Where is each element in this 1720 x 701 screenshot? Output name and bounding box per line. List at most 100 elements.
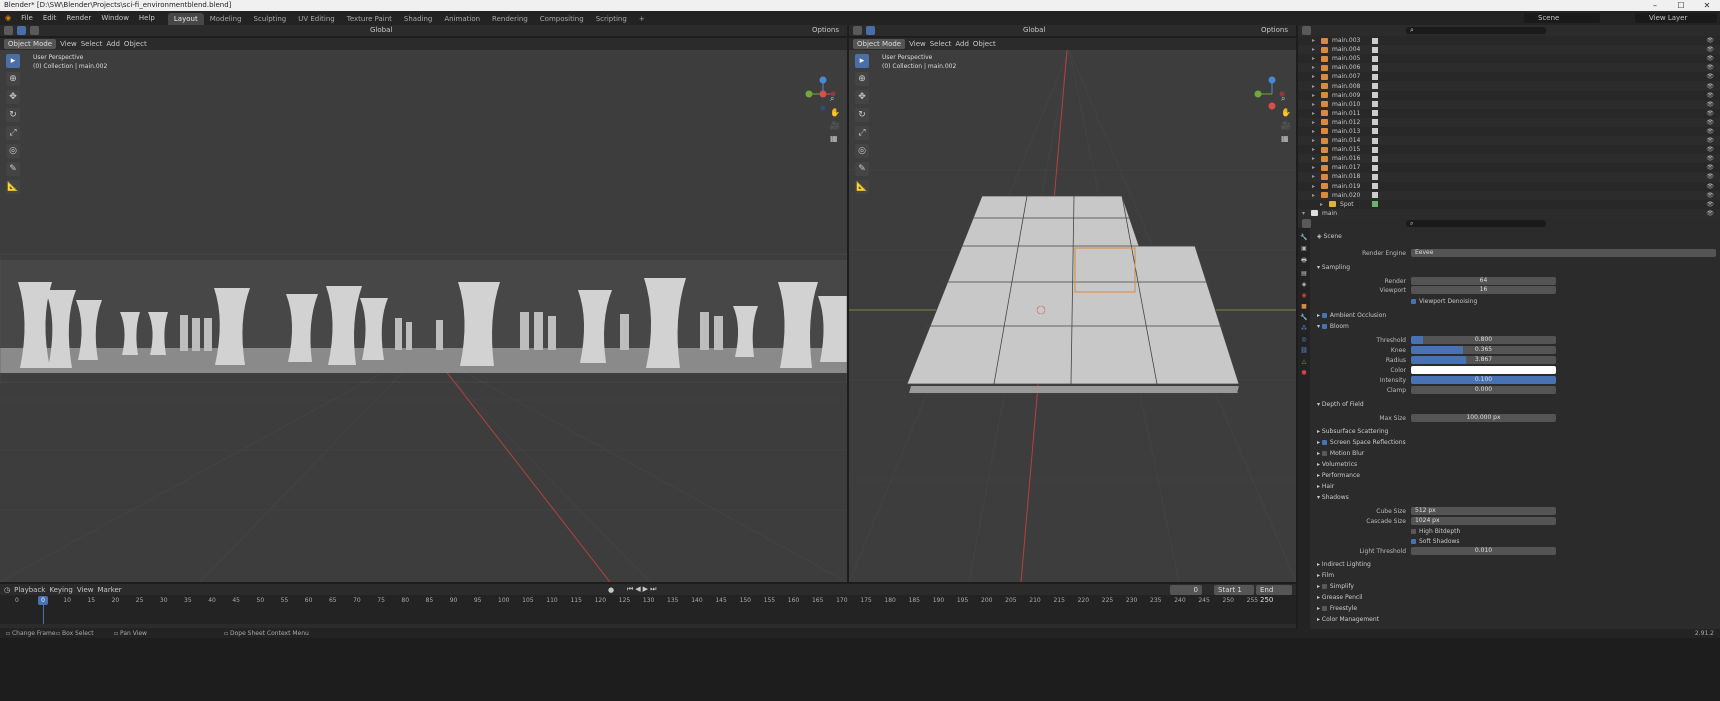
- outliner-item[interactable]: ▸ main.004 👁: [1298, 45, 1720, 55]
- expand-icon[interactable]: ▸: [1312, 163, 1315, 172]
- orientation-right[interactable]: Global: [1023, 25, 1045, 36]
- outliner-item[interactable]: ▸ main.006 👁: [1298, 63, 1720, 73]
- visibility-eye-icon[interactable]: 👁: [1706, 145, 1714, 154]
- mesh-data-icon[interactable]: [1372, 101, 1378, 108]
- scale-icon[interactable]: ⤢: [6, 126, 20, 140]
- expand-icon[interactable]: ▸: [1312, 100, 1315, 109]
- visibility-eye-icon[interactable]: 👁: [1706, 127, 1714, 136]
- visibility-eye-icon[interactable]: 👁: [1706, 191, 1714, 200]
- visibility-eye-icon[interactable]: 👁: [1706, 63, 1714, 72]
- menu-add-right[interactable]: Add: [955, 40, 969, 48]
- menu-render[interactable]: Render: [61, 11, 96, 25]
- world-tab-icon[interactable]: ◉: [1301, 292, 1306, 299]
- scene-selector[interactable]: Scene: [1524, 13, 1600, 23]
- expand-icon[interactable]: ▾: [1302, 209, 1305, 218]
- render-samples-field[interactable]: 64: [1411, 277, 1556, 285]
- playhead[interactable]: 0: [38, 596, 48, 605]
- outliner-item[interactable]: ▸ main.013 👁: [1298, 126, 1720, 137]
- menu-object-right[interactable]: Object: [973, 40, 996, 48]
- mesh-data-icon[interactable]: [1372, 183, 1378, 190]
- measure-icon[interactable]: 📐: [6, 180, 20, 194]
- mesh-data-icon[interactable]: [1372, 173, 1378, 180]
- view-layer-tab-icon[interactable]: ▤: [1301, 270, 1307, 277]
- menu-add[interactable]: Add: [106, 40, 120, 48]
- section-shadows[interactable]: ▾ Shadows: [1311, 493, 1720, 503]
- expand-icon[interactable]: ▸: [1312, 109, 1315, 118]
- bloom-knee-slider[interactable]: 0.365: [1411, 346, 1556, 354]
- blender-logo-icon[interactable]: ◉: [0, 11, 16, 25]
- minimize-icon[interactable]: –: [1642, 0, 1668, 11]
- data-tab-icon[interactable]: △: [1302, 358, 1307, 365]
- view-layer-selector[interactable]: View Layer: [1635, 13, 1717, 23]
- render-engine-dropdown[interactable]: Eevee: [1411, 249, 1716, 257]
- viewport-right[interactable]: User Perspective (0) Collection | main.0…: [849, 50, 1296, 582]
- object-mode-dropdown[interactable]: Object Mode: [4, 39, 57, 49]
- outliner-item[interactable]: ▸ main.012 👁: [1298, 117, 1720, 127]
- outliner-item[interactable]: ▸ main.016 👁: [1298, 154, 1720, 164]
- mesh-data-icon[interactable]: [1372, 55, 1378, 62]
- pan-hand-icon[interactable]: ✋: [830, 108, 840, 117]
- expand-icon[interactable]: ▸: [1312, 136, 1315, 145]
- visibility-eye-icon[interactable]: 👁: [1706, 54, 1714, 63]
- outliner-item[interactable]: ▸ main.011 👁: [1298, 108, 1720, 118]
- visibility-eye-icon[interactable]: 👁: [1706, 182, 1714, 191]
- editor-type-icon[interactable]: [4, 26, 13, 35]
- object-mode-dropdown-right[interactable]: Object Mode: [853, 39, 906, 49]
- section-subsurface-scattering[interactable]: ▸ Subsurface Scattering: [1311, 427, 1720, 437]
- bloom-radius-slider[interactable]: 3.867: [1411, 356, 1556, 364]
- menu-select-right[interactable]: Select: [930, 40, 952, 48]
- bloom-intensity-slider[interactable]: 0.100: [1411, 376, 1556, 384]
- orientation-left[interactable]: Global: [370, 25, 392, 36]
- high-bitdepth-checkbox[interactable]: High Bitdepth: [1411, 527, 1460, 536]
- expand-icon[interactable]: ▸: [1312, 91, 1315, 100]
- tool-tab-icon[interactable]: 🔧: [1300, 234, 1307, 241]
- scale-icon-right[interactable]: ⤢: [855, 126, 869, 140]
- soft-shadows-checkbox[interactable]: Soft Shadows: [1411, 537, 1460, 546]
- playback-controls[interactable]: ⏮◀▶⏭: [627, 585, 658, 594]
- annotate-icon-right[interactable]: ✎: [855, 162, 869, 176]
- expand-icon[interactable]: ▸: [1312, 145, 1315, 154]
- section-color-management[interactable]: ▸ Color Management: [1311, 615, 1720, 625]
- section-bloom[interactable]: ▾ Bloom: [1311, 322, 1720, 332]
- menu-edit[interactable]: Edit: [38, 11, 62, 25]
- current-frame-field[interactable]: 0: [1170, 584, 1202, 595]
- section-ambient-occlusion[interactable]: ▸ Ambient Occlusion: [1311, 311, 1720, 321]
- menu-view[interactable]: View: [60, 40, 77, 48]
- menu-marker[interactable]: Marker: [97, 586, 121, 594]
- outliner-item[interactable]: ▸ main.019 👁: [1298, 181, 1720, 191]
- transform-icon-right[interactable]: ◎: [855, 144, 869, 158]
- mesh-data-icon[interactable]: [1372, 46, 1378, 53]
- timeline-editor-icon[interactable]: ◷: [4, 586, 10, 594]
- mesh-data-icon[interactable]: [1372, 73, 1378, 80]
- measure-icon-right[interactable]: 📐: [855, 180, 869, 194]
- visibility-eye-icon[interactable]: 👁: [1706, 36, 1714, 45]
- tab-sculpting[interactable]: Sculpting: [248, 13, 293, 25]
- viewport-denoising-checkbox[interactable]: Viewport Denoising: [1411, 297, 1477, 306]
- expand-icon[interactable]: ▸: [1312, 72, 1315, 81]
- expand-icon[interactable]: ▸: [1312, 63, 1315, 72]
- section-depth-of-field[interactable]: ▾ Depth of Field: [1311, 400, 1720, 410]
- section-volumetrics[interactable]: ▸ Volumetrics: [1311, 460, 1720, 470]
- visibility-eye-icon[interactable]: 👁: [1706, 82, 1714, 91]
- grid-icon-right[interactable]: ▦: [1281, 134, 1291, 143]
- visibility-eye-icon[interactable]: 👁: [1706, 136, 1714, 145]
- particles-tab-icon[interactable]: ⁂: [1301, 325, 1307, 332]
- pan-hand-icon-right[interactable]: ✋: [1281, 108, 1291, 117]
- visibility-eye-icon[interactable]: 👁: [1706, 209, 1714, 218]
- menu-select[interactable]: Select: [81, 40, 103, 48]
- zoom-icon[interactable]: ⌕: [830, 94, 840, 104]
- light-threshold-field[interactable]: 0.010: [1411, 547, 1556, 555]
- object-tab-icon[interactable]: ■: [1301, 303, 1307, 310]
- outliner-item[interactable]: ▸ main.018 👁: [1298, 172, 1720, 182]
- outliner-search-input[interactable]: ⌕: [1406, 27, 1546, 34]
- section-performance[interactable]: ▸ Performance: [1311, 471, 1720, 481]
- bloom-threshold-slider[interactable]: 0.800: [1411, 336, 1556, 344]
- mesh-data-icon[interactable]: [1372, 137, 1378, 144]
- output-tab-icon[interactable]: 🖶: [1301, 256, 1307, 266]
- navigation-gizmo-right[interactable]: [1254, 76, 1285, 110]
- section-ssr[interactable]: ▸ Screen Space Reflections: [1311, 438, 1720, 448]
- tab-texture-paint[interactable]: Texture Paint: [341, 13, 398, 25]
- cascade-size-dropdown[interactable]: 1024 px: [1411, 517, 1556, 525]
- expand-icon[interactable]: ▸: [1312, 54, 1315, 63]
- expand-icon[interactable]: ▸: [1320, 200, 1323, 209]
